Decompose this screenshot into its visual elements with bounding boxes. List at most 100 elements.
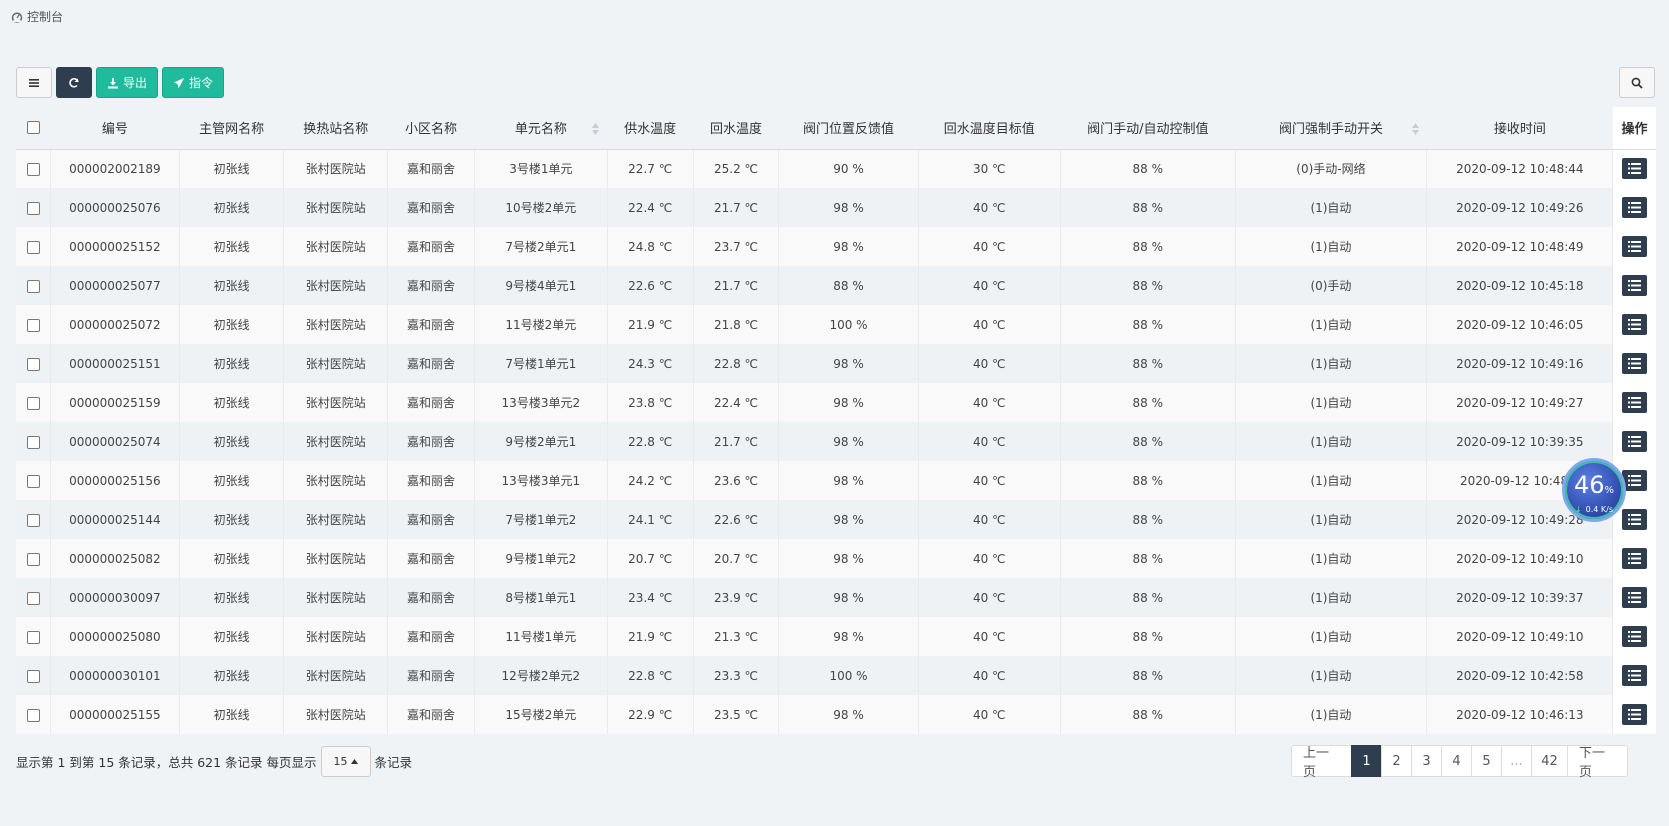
list-detail-icon	[1628, 631, 1642, 642]
command-button[interactable]: 指令	[162, 67, 225, 98]
row-action-cell	[1612, 344, 1656, 383]
cell-force-switch: (1)自动	[1235, 578, 1428, 617]
page-button-42[interactable]: 42	[1531, 745, 1568, 777]
cell-return-target: 40 ℃	[918, 578, 1061, 617]
cell-main-net: 初张线	[179, 500, 285, 539]
row-detail-button[interactable]	[1622, 470, 1648, 491]
page-ellipsis: ...	[1501, 745, 1532, 777]
row-select-cell	[16, 461, 52, 500]
cell-supply-temp: 24.1 ℃	[607, 500, 694, 539]
cell-recv-time: 2020-09-12 10:48:44	[1426, 149, 1614, 188]
page-button-1[interactable]: 1	[1351, 745, 1382, 777]
row-detail-button[interactable]	[1622, 626, 1648, 647]
table-row[interactable]: 000000025152 初张线 张村医院站 嘉和丽舍 7号楼2单元1 24.8 ℃ 23.…	[16, 227, 1656, 266]
row-checkbox[interactable]	[26, 162, 40, 176]
header-valve-control: 阀门手动/自动控制值	[1060, 107, 1236, 150]
table-row[interactable]: 000000025151 初张线 张村医院站 嘉和丽舍 7号楼1单元1 24.3 ℃ 22.…	[16, 344, 1656, 383]
table-row[interactable]: 000002002189 初张线 张村医院站 嘉和丽舍 3号楼1单元 22.7 ℃ 25.2…	[16, 149, 1656, 188]
cell-recv-time: 2020-09-12 10:49:26	[1426, 188, 1614, 227]
cell-valve-control: 88 %	[1060, 461, 1236, 500]
table-row[interactable]: 000000030101 初张线 张村医院站 嘉和丽舍 12号楼2单元2 22.8 ℃ 23…	[16, 656, 1656, 695]
next-page-button[interactable]: 下一页	[1567, 745, 1628, 780]
table-row[interactable]: 000000025077 初张线 张村医院站 嘉和丽舍 9号楼4单元1 22.6 ℃ 21.…	[16, 266, 1656, 305]
prev-page-button[interactable]: 上一页	[1291, 745, 1352, 780]
row-checkbox[interactable]	[26, 630, 40, 644]
data-table: 编号 主管网名称 换热站名称 小区名称 单元名称 供水温度 回水温度 阀门位置反…	[16, 107, 1656, 734]
table-row[interactable]: 000000025159 初张线 张村医院站 嘉和丽舍 13号楼3单元2 23.8 ℃ 22…	[16, 383, 1656, 422]
row-checkbox[interactable]	[26, 318, 40, 332]
list-detail-icon	[1628, 397, 1642, 408]
table-row[interactable]: 000000025074 初张线 张村医院站 嘉和丽舍 9号楼2单元1 22.8 ℃ 21.…	[16, 422, 1656, 461]
cell-station: 张村医院站	[283, 227, 389, 266]
cell-return-temp: 21.7 ℃	[693, 188, 780, 227]
cell-valve-control: 88 %	[1060, 695, 1236, 734]
row-checkbox[interactable]	[26, 669, 40, 683]
cell-return-target: 40 ℃	[918, 617, 1061, 656]
search-button[interactable]	[1619, 67, 1655, 98]
row-checkbox[interactable]	[26, 396, 40, 410]
row-detail-button[interactable]	[1622, 275, 1648, 296]
row-detail-button[interactable]	[1622, 314, 1648, 335]
table-row[interactable]: 000000025156 初张线 张村医院站 嘉和丽舍 13号楼3单元1 24.2 ℃ 23…	[16, 461, 1656, 500]
table-row[interactable]: 000000025144 初张线 张村医院站 嘉和丽舍 7号楼1单元2 24.1 ℃ 22.…	[16, 500, 1656, 539]
row-checkbox[interactable]	[26, 201, 40, 215]
row-checkbox[interactable]	[26, 708, 40, 722]
row-action-cell	[1612, 656, 1656, 695]
header-unit-cell[interactable]: 单元名称	[474, 107, 608, 150]
refresh-button[interactable]	[56, 67, 92, 98]
cell-valve-feedback: 98 %	[778, 227, 919, 266]
page-button-2[interactable]: 2	[1381, 745, 1412, 777]
page-button-5[interactable]: 5	[1471, 745, 1502, 777]
table-row[interactable]: 000000025080 初张线 张村医院站 嘉和丽舍 11号楼1单元 21.9 ℃ 21.…	[16, 617, 1656, 656]
cell-unit: 7号楼1单元2	[474, 500, 608, 539]
cell-supply-temp: 21.9 ℃	[607, 305, 694, 344]
cell-main-net: 初张线	[179, 461, 285, 500]
row-detail-button[interactable]	[1622, 353, 1648, 374]
select-all-checkbox[interactable]	[26, 121, 40, 135]
table-row[interactable]: 000000025072 初张线 张村医院站 嘉和丽舍 11号楼2单元 21.9 ℃ 21.…	[16, 305, 1656, 344]
cell-main-net: 初张线	[179, 305, 285, 344]
page-size-select[interactable]: 15	[320, 746, 371, 777]
row-detail-button[interactable]	[1622, 548, 1648, 569]
cell-supply-temp: 24.8 ℃	[607, 227, 694, 266]
row-checkbox[interactable]	[26, 279, 40, 293]
row-detail-button[interactable]	[1622, 197, 1648, 218]
row-detail-button[interactable]	[1622, 704, 1648, 725]
header-return-target: 回水温度目标值	[918, 107, 1061, 150]
cell-community: 嘉和丽舍	[387, 500, 475, 539]
row-detail-button[interactable]	[1622, 587, 1648, 608]
row-detail-button[interactable]	[1622, 431, 1648, 452]
row-action-cell	[1612, 188, 1656, 227]
cell-valve-control: 88 %	[1060, 266, 1236, 305]
row-select-cell	[16, 188, 52, 227]
row-detail-button[interactable]	[1622, 665, 1648, 686]
row-checkbox[interactable]	[26, 552, 40, 566]
toggle-columns-button[interactable]	[16, 67, 52, 98]
header-force-switch-cell[interactable]: 阀门强制手动开关	[1235, 107, 1427, 150]
table-row[interactable]: 000000030097 初张线 张村医院站 嘉和丽舍 8号楼1单元1 23.4 ℃ 23.…	[16, 578, 1656, 617]
row-detail-button[interactable]	[1622, 236, 1648, 257]
cell-main-net: 初张线	[179, 539, 285, 578]
row-detail-button[interactable]	[1622, 158, 1648, 180]
row-detail-button[interactable]	[1622, 392, 1648, 413]
cell-station: 张村医院站	[283, 344, 389, 383]
breadcrumb: 控制台	[11, 8, 63, 25]
page-button-3[interactable]: 3	[1411, 745, 1442, 777]
table-row[interactable]: 000000025082 初张线 张村医院站 嘉和丽舍 9号楼1单元2 20.7 ℃ 20.…	[16, 539, 1656, 578]
network-speed-widget[interactable]: 46% ↓ 0.4 K/s	[1562, 458, 1626, 522]
cell-community: 嘉和丽舍	[387, 227, 475, 266]
list-icon	[29, 78, 39, 87]
cell-station: 张村医院站	[283, 383, 389, 422]
row-checkbox[interactable]	[26, 357, 40, 371]
row-detail-button[interactable]	[1622, 509, 1648, 530]
export-button[interactable]: 导出	[96, 67, 159, 98]
row-checkbox[interactable]	[26, 240, 40, 254]
table-row[interactable]: 000000025155 初张线 张村医院站 嘉和丽舍 15号楼2单元 22.9 ℃ 23.…	[16, 695, 1656, 734]
row-checkbox[interactable]	[26, 474, 40, 488]
cell-supply-temp: 20.7 ℃	[607, 539, 694, 578]
table-row[interactable]: 000000025076 初张线 张村医院站 嘉和丽舍 10号楼2单元 22.4 ℃ 21.…	[16, 188, 1656, 227]
page-button-4[interactable]: 4	[1441, 745, 1472, 777]
row-checkbox[interactable]	[26, 591, 40, 605]
row-checkbox[interactable]	[26, 513, 40, 527]
row-checkbox[interactable]	[26, 435, 40, 449]
